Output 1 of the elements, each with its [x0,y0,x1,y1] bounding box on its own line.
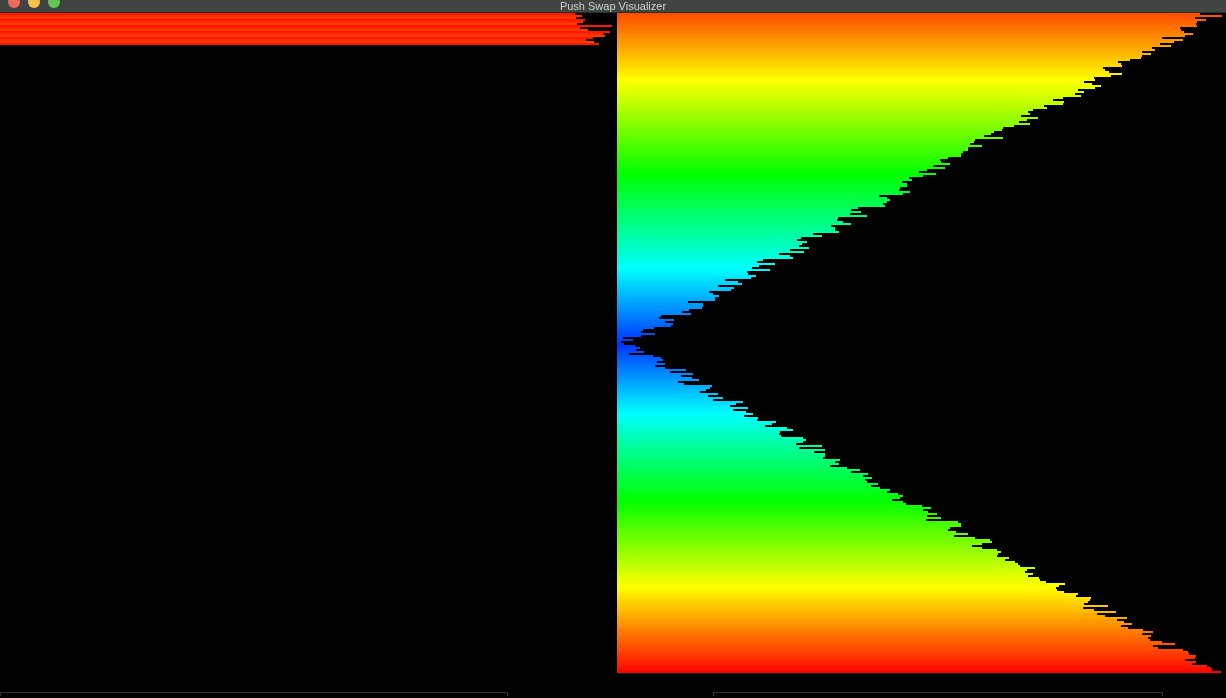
window-title: Push Swap Visualizer [559,0,667,12]
